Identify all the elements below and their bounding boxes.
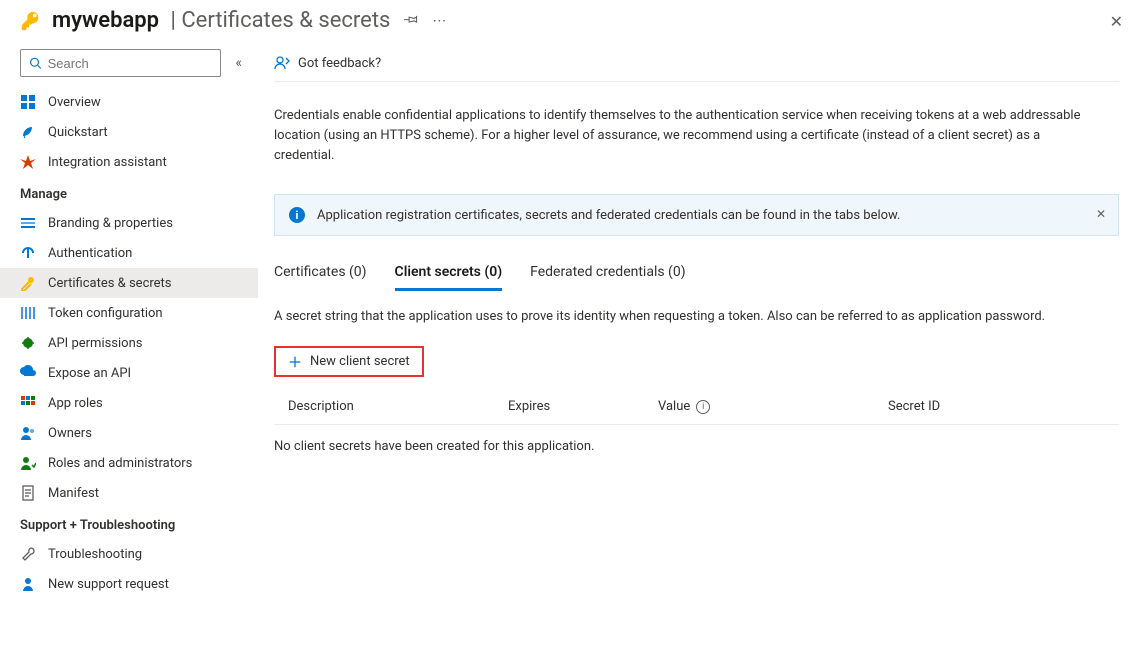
sidebar-item-label: Token configuration — [48, 306, 163, 321]
sidebar-item-app-roles[interactable]: App roles — [0, 388, 258, 418]
new-client-secret-button[interactable]: New client secret — [274, 346, 424, 377]
roles-admins-icon — [20, 455, 36, 471]
got-feedback-button[interactable]: Got feedback? — [274, 55, 381, 71]
collapse-sidebar-icon[interactable]: « — [235, 55, 242, 71]
sidebar-item-label: Authentication — [48, 246, 132, 261]
feedback-label: Got feedback? — [298, 56, 381, 71]
col-secret-id: Secret ID — [888, 399, 1119, 414]
main-content: Got feedback? Credentials enable confide… — [258, 43, 1143, 599]
branding-icon — [20, 215, 36, 231]
sidebar-item-label: Branding & properties — [48, 216, 173, 231]
sidebar-item-overview[interactable]: Overview — [0, 87, 258, 117]
authentication-icon — [20, 245, 36, 261]
tab-certificates[interactable]: Certificates (0) — [274, 264, 367, 291]
manifest-icon — [20, 485, 36, 501]
sidebar-item-label: Certificates & secrets — [48, 276, 172, 291]
tab-description: A secret string that the application use… — [274, 309, 1094, 324]
troubleshooting-icon — [20, 546, 36, 562]
col-expires: Expires — [508, 399, 658, 414]
key-icon — [20, 10, 42, 32]
sidebar-item-label: Integration assistant — [48, 155, 167, 170]
sidebar-item-manifest[interactable]: Manifest — [0, 478, 258, 508]
sidebar-item-troubleshooting[interactable]: Troubleshooting — [0, 539, 258, 569]
token-icon — [20, 305, 36, 321]
sidebar-item-certificates-secrets[interactable]: Certificates & secrets — [0, 268, 258, 298]
more-icon[interactable]: ⋯ — [432, 13, 446, 29]
intro-text: Credentials enable confidential applicat… — [274, 106, 1094, 166]
overview-icon — [20, 94, 36, 110]
feedback-icon — [274, 55, 290, 71]
sidebar-item-owners[interactable]: Owners — [0, 418, 258, 448]
section-support-label: Support + Troubleshooting — [0, 508, 258, 539]
sidebar-item-label: Manifest — [48, 486, 99, 501]
sidebar-item-label: Troubleshooting — [48, 547, 142, 562]
support-request-icon — [20, 576, 36, 592]
sidebar: « Overview Quickstart Integration assist… — [0, 43, 258, 599]
sidebar-item-integration-assistant[interactable]: Integration assistant — [0, 147, 258, 177]
sidebar-item-label: App roles — [48, 396, 103, 411]
search-input[interactable] — [48, 56, 213, 71]
integration-icon — [20, 154, 36, 170]
info-banner: i Application registration certificates,… — [274, 194, 1119, 236]
sidebar-item-roles-admins[interactable]: Roles and administrators — [0, 448, 258, 478]
sidebar-item-label: New support request — [48, 577, 169, 592]
sidebar-item-token-configuration[interactable]: Token configuration — [0, 298, 258, 328]
dismiss-banner-icon[interactable]: ✕ — [1096, 207, 1106, 221]
command-bar: Got feedback? — [274, 49, 1119, 82]
sidebar-item-label: Owners — [48, 426, 92, 441]
col-value: Value i — [658, 399, 888, 414]
info-icon: i — [289, 207, 305, 223]
sidebar-item-api-permissions[interactable]: API permissions — [0, 328, 258, 358]
sidebar-item-label: Quickstart — [48, 125, 108, 140]
expose-api-icon — [20, 365, 36, 381]
secrets-table-header: Description Expires Value i Secret ID — [274, 391, 1119, 425]
sidebar-item-label: Expose an API — [48, 366, 131, 381]
app-roles-icon — [20, 395, 36, 411]
tab-federated-credentials[interactable]: Federated credentials (0) — [530, 264, 685, 291]
pin-icon[interactable] — [404, 12, 418, 30]
search-icon — [29, 56, 42, 70]
sidebar-item-expose-api[interactable]: Expose an API — [0, 358, 258, 388]
value-info-icon[interactable]: i — [696, 400, 710, 414]
api-permissions-icon — [20, 335, 36, 351]
sidebar-item-authentication[interactable]: Authentication — [0, 238, 258, 268]
tabs: Certificates (0) Client secrets (0) Fede… — [274, 264, 1119, 291]
sidebar-item-new-support-request[interactable]: New support request — [0, 569, 258, 599]
tab-client-secrets[interactable]: Client secrets (0) — [395, 264, 503, 291]
sidebar-item-label: API permissions — [48, 336, 143, 351]
new-client-secret-label: New client secret — [310, 354, 410, 369]
key-icon — [20, 275, 36, 291]
page-header: mywebapp | Certificates & secrets ⋯ ✕ — [0, 0, 1143, 43]
owners-icon — [20, 425, 36, 441]
section-manage-label: Manage — [0, 177, 258, 208]
plus-icon — [288, 355, 302, 369]
search-box[interactable] — [20, 49, 221, 77]
empty-secrets-message: No client secrets have been created for … — [274, 425, 1119, 454]
col-description: Description — [288, 399, 508, 414]
sidebar-item-branding[interactable]: Branding & properties — [0, 208, 258, 238]
sidebar-item-label: Overview — [48, 95, 101, 110]
sidebar-item-label: Roles and administrators — [48, 456, 192, 471]
app-name: mywebapp — [52, 8, 159, 33]
info-banner-text: Application registration certificates, s… — [317, 208, 900, 223]
quickstart-icon — [20, 124, 36, 140]
page-subtitle: | Certificates & secrets — [165, 8, 390, 33]
sidebar-item-quickstart[interactable]: Quickstart — [0, 117, 258, 147]
close-icon[interactable]: ✕ — [1110, 12, 1123, 31]
